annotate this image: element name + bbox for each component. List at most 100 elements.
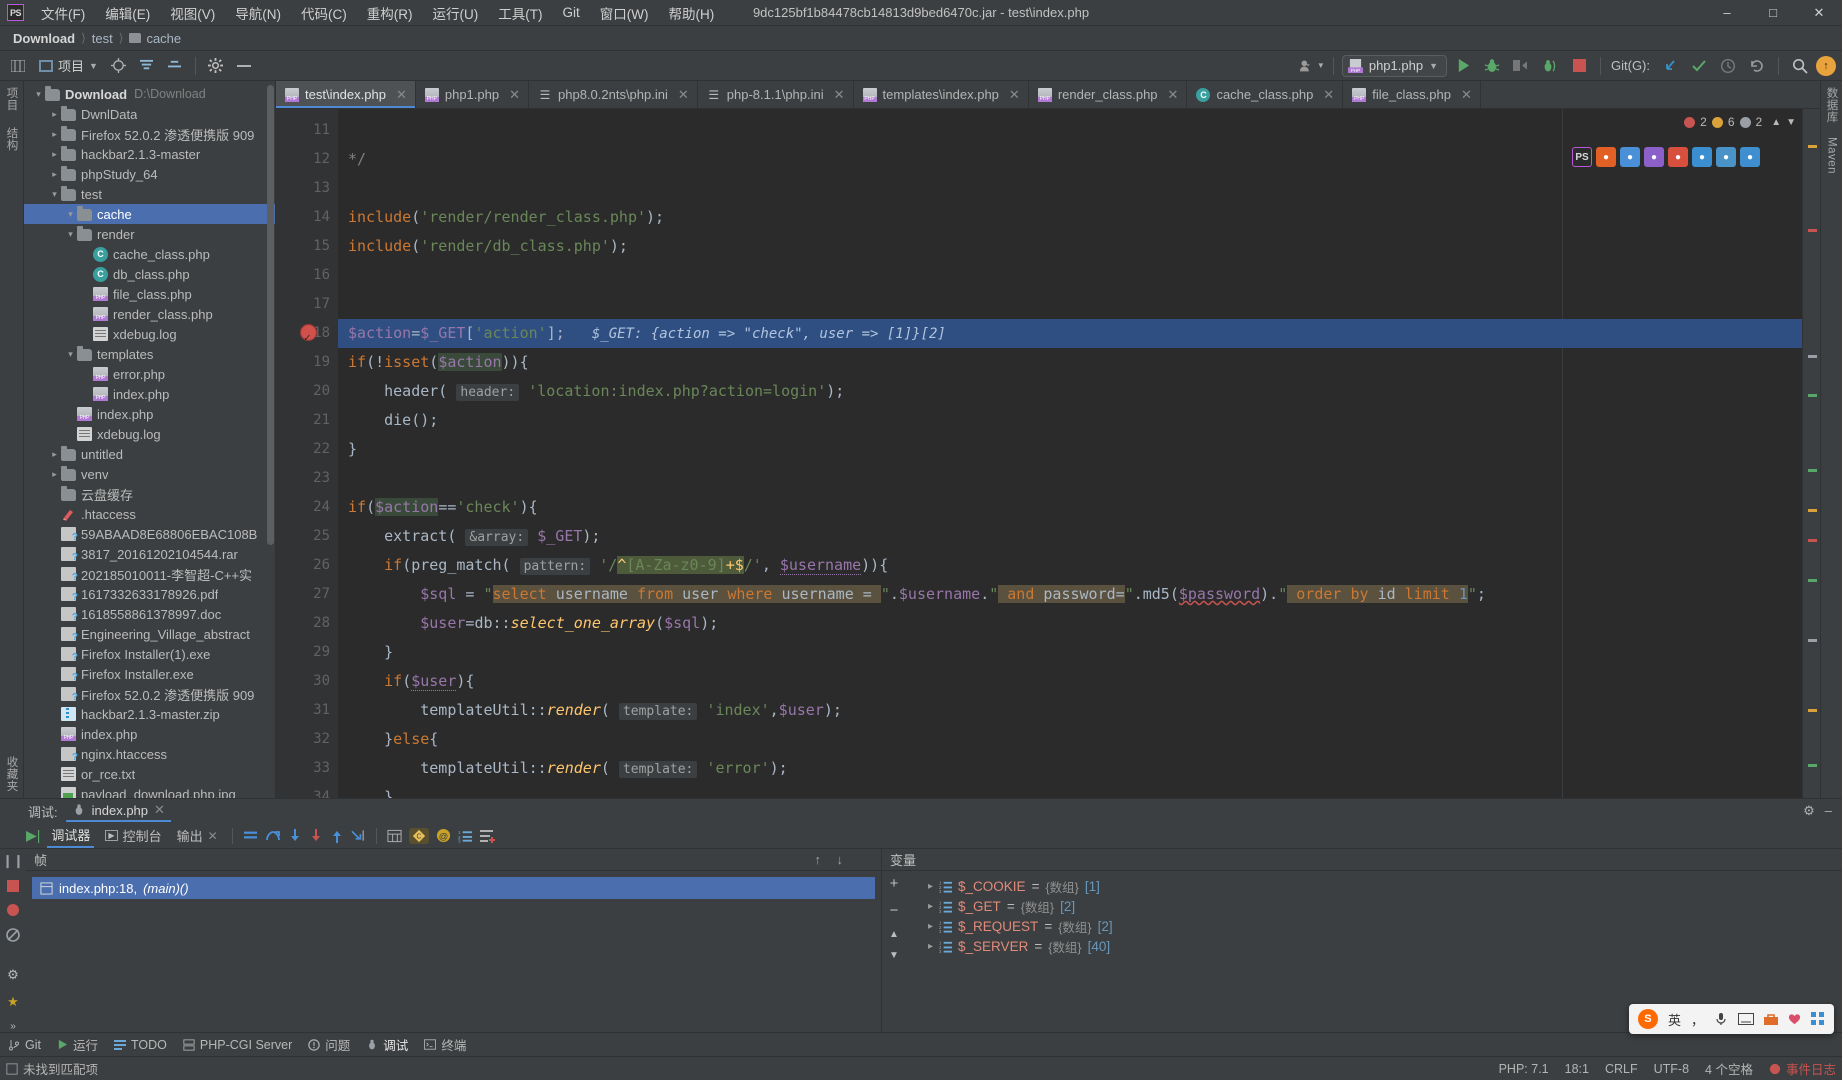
apps-icon[interactable] <box>1811 1012 1825 1026</box>
code-line[interactable]: include('render/db_class.php'); <box>338 232 1802 261</box>
tree-row[interactable]: file_class.php <box>24 284 275 304</box>
toolbox-icon[interactable] <box>1764 1013 1778 1025</box>
tool-tab-run[interactable]: 运行 <box>57 1035 98 1054</box>
emoji-icon[interactable] <box>1788 1013 1801 1026</box>
editor-tab[interactable]: php1.php ✕ <box>416 81 529 108</box>
caret-position[interactable]: 18:1 <box>1565 1062 1589 1076</box>
code-line[interactable] <box>338 261 1802 290</box>
close-icon[interactable]: ✕ <box>396 87 407 103</box>
chevron-right-icon[interactable]: ▸ <box>928 901 933 912</box>
step-into-icon[interactable] <box>288 828 302 843</box>
close-icon[interactable]: ✕ <box>1168 87 1179 103</box>
line-separator[interactable]: CRLF <box>1605 1062 1638 1076</box>
force-step-into-icon[interactable] <box>309 828 323 843</box>
menu-hamburger-icon[interactable] <box>5 54 31 78</box>
line-number[interactable]: 27 <box>276 580 338 609</box>
code-line[interactable]: include('render/render_class.php'); <box>338 203 1802 232</box>
git-rollback-icon[interactable] <box>1744 54 1770 78</box>
tree-row[interactable]: Firefox Installer.exe <box>24 664 275 684</box>
safari-icon[interactable]: ● <box>1716 147 1736 167</box>
minimize-icon[interactable]: – <box>1825 803 1832 819</box>
editor-tab[interactable]: ☰ php-8.1.1\php.ini ✕ <box>698 81 854 108</box>
tool-tab-problems[interactable]: 问题 <box>308 1035 350 1054</box>
chevron-right-icon[interactable]: ▸ <box>48 109 61 120</box>
expand-all-icon[interactable] <box>162 54 188 78</box>
line-number[interactable]: 31 <box>276 696 338 725</box>
mute-breakpoints-toggle-icon[interactable] <box>6 928 20 942</box>
line-number[interactable]: 11 <box>276 116 338 145</box>
chevron-right-icon[interactable]: ▸ <box>48 149 61 160</box>
project-tree-scrollbar[interactable] <box>267 85 274 545</box>
code-line[interactable]: if($action=='check'){ <box>338 493 1802 522</box>
file-encoding[interactable]: UTF-8 <box>1654 1062 1689 1076</box>
tree-row[interactable]: Engineering_Village_abstract <box>24 624 275 644</box>
listen-php-debug-icon[interactable] <box>1537 54 1563 78</box>
code-editor[interactable]: */include('render/render_class.php'); inc… <box>338 109 1802 798</box>
line-number[interactable]: 22⊟ <box>276 435 348 464</box>
search-icon[interactable] <box>1787 54 1813 78</box>
tree-row[interactable]: ▾ cache <box>24 204 275 224</box>
code-line[interactable] <box>338 116 1802 145</box>
git-history-icon[interactable] <box>1715 54 1741 78</box>
add-watch-icon[interactable]: + <box>890 875 899 892</box>
resume-program-icon[interactable]: ▶| <box>26 827 40 844</box>
tab-output[interactable]: 输出 ✕ <box>173 824 222 847</box>
xdebug-proxy-icon[interactable]: C <box>408 827 429 844</box>
code-line[interactable] <box>338 464 1802 493</box>
code-line[interactable]: }else{ <box>338 725 1802 754</box>
breadcrumb-test[interactable]: test <box>89 31 116 46</box>
code-line[interactable]: if(preg_match( pattern: '/^[A-Za-z0-9]+$… <box>338 551 1802 580</box>
settings-gear-icon[interactable]: ⚙ <box>1803 803 1815 819</box>
ime-language[interactable]: 英 <box>1668 1010 1681 1029</box>
tree-row[interactable]: error.php <box>24 364 275 384</box>
tool-tab-todo[interactable]: TODO <box>114 1038 167 1052</box>
expand-rail-icon[interactable]: » <box>10 1021 16 1032</box>
editor-tab[interactable]: file_class.php ✕ <box>1343 81 1481 108</box>
user-account-icon[interactable]: ▼ <box>1299 54 1325 78</box>
line-number[interactable]: 34⊟ <box>276 783 338 798</box>
project-tree[interactable]: ▾ Download D:\Download ▸ DwnlData ▸ Firefox 52… <box>24 81 275 798</box>
at-breakpoint-icon[interactable]: @ <box>436 828 451 843</box>
line-number[interactable]: 20 <box>276 377 338 406</box>
view-breakpoints-icon[interactable] <box>6 903 20 917</box>
sort-variables-icon[interactable]: 123 <box>458 829 473 843</box>
tree-row[interactable]: 59ABAAD8E68806EBAC108B <box>24 524 275 544</box>
collapse-all-icon[interactable] <box>134 54 160 78</box>
tree-row[interactable]: index.php <box>24 384 275 404</box>
close-icon[interactable]: ✕ <box>1461 87 1472 103</box>
frame-up-icon[interactable]: ↑ <box>815 852 822 867</box>
code-line[interactable]: } <box>338 435 1802 464</box>
line-number[interactable]: 15 <box>276 232 338 261</box>
locate-icon[interactable] <box>106 54 132 78</box>
chrome-icon[interactable]: ● <box>1620 147 1640 167</box>
menu-navigate[interactable]: 导航(N) <box>226 0 290 26</box>
tree-row[interactable]: .htaccess <box>24 504 275 524</box>
tree-row[interactable]: ▸ untitled <box>24 444 275 464</box>
run-button[interactable] <box>1450 54 1476 78</box>
hide-panel-icon[interactable] <box>231 54 257 78</box>
close-button[interactable]: ✕ <box>1796 0 1842 26</box>
line-number[interactable]: 19⊟ <box>276 348 348 377</box>
menu-run[interactable]: 运行(U) <box>424 0 488 26</box>
tree-row[interactable]: ▸ hackbar2.1.3-master <box>24 144 275 164</box>
line-number-gutter[interactable]: 1112⊟13141516171819⊟202122⊟2324⊟2526⊟272… <box>276 109 348 798</box>
indent-setting[interactable]: 4 个空格 <box>1705 1059 1753 1078</box>
close-icon[interactable]: ✕ <box>208 829 218 843</box>
run-to-cursor-icon[interactable] <box>351 829 366 843</box>
line-number[interactable]: 29⊟ <box>276 638 348 667</box>
pause-program-icon[interactable]: ❙❙ <box>2 853 24 869</box>
edge-icon[interactable]: ● <box>1692 147 1712 167</box>
tool-window-database[interactable]: 数据库 <box>1824 87 1840 123</box>
tree-row[interactable]: ▾ test <box>24 184 275 204</box>
tool-window-favorites[interactable]: 收藏夹 <box>4 756 20 792</box>
tree-row[interactable]: ▸ venv <box>24 464 275 484</box>
editor-tab[interactable]: ☰ php8.0.2nts\php.ini ✕ <box>529 81 698 108</box>
tool-window-project[interactable]: 项目 <box>4 87 20 111</box>
maximize-button[interactable]: □ <box>1750 0 1796 26</box>
remove-watch-icon[interactable]: − <box>890 902 899 919</box>
tree-row[interactable]: 1617332633178926.pdf <box>24 584 275 604</box>
menu-tools[interactable]: 工具(T) <box>489 0 551 26</box>
debug-session-tab[interactable]: index.php ✕ <box>65 800 171 822</box>
editor-tab[interactable]: render_class.php ✕ <box>1029 81 1188 108</box>
editor-tab[interactable]: test\index.php ✕ <box>276 81 416 108</box>
